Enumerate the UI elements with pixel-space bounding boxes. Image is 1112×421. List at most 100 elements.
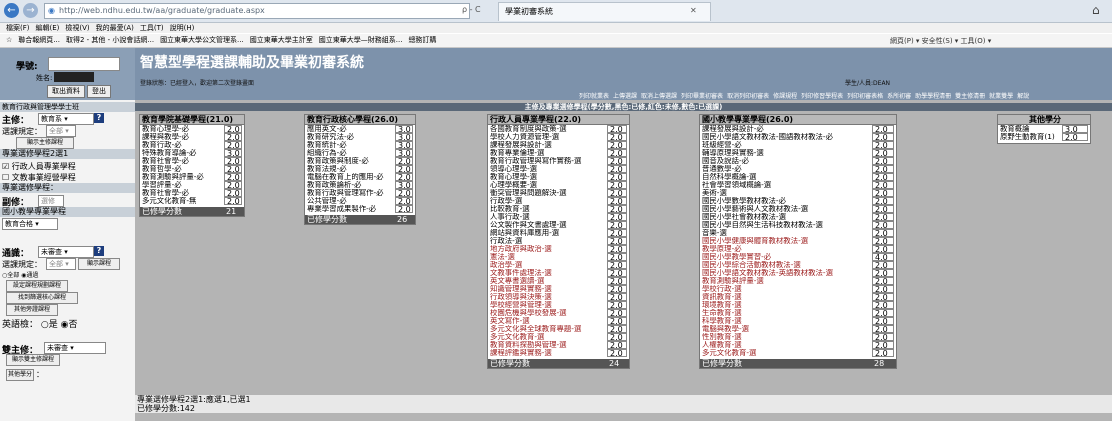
course-row[interactable]: 教育研究法-必 3.0 [305, 133, 415, 142]
help-icon[interactable]: ? [94, 113, 104, 123]
core-course-button[interactable]: 找到篩選核心課程 [6, 292, 78, 304]
course-row[interactable]: 國民小學教學實習-必 4.0 [700, 253, 896, 262]
logout-button[interactable]: 登出 [87, 85, 111, 98]
course-row[interactable]: 校園危機與學校發展-選 2.0 [488, 309, 629, 318]
course-row[interactable]: 人權教育-選 2.0 [700, 341, 896, 350]
course-row[interactable]: 社會學習領域概論-選 2.0 [700, 181, 896, 190]
program1-checkbox[interactable]: ☑ 行政人員專業學程 [2, 161, 76, 172]
menu-item[interactable]: 檔案(F) [6, 24, 30, 32]
course-row[interactable]: 英文專書選讀-選 2.0 [488, 277, 629, 286]
course-row[interactable]: 教育社會學-必 2.0 [140, 189, 244, 198]
course-row[interactable]: 組織行為-必 3.0 [305, 149, 415, 158]
forward-icon[interactable]: → [23, 3, 38, 18]
menu-item[interactable]: 檢視(V) [65, 24, 89, 32]
course-row[interactable]: 普通數學-必 2.0 [700, 165, 896, 174]
double-select[interactable]: 選修 [38, 195, 64, 207]
course-row[interactable]: 資訊教育-選 2.0 [700, 293, 896, 302]
course-row[interactable]: 教育社會學-必 2.0 [140, 157, 244, 166]
course-row[interactable]: 文教事件處理法-選 2.0 [488, 269, 629, 278]
course-row[interactable]: 自然科學概論-選 2.0 [700, 173, 896, 182]
course-row[interactable]: 多元文化與全球教育專題-選 2.0 [488, 325, 629, 334]
course-row[interactable]: 教育政策論析-必 3.0 [305, 181, 415, 190]
menu-item[interactable]: 工具(T) [140, 24, 164, 32]
course-row[interactable]: 學校經營與管理-選 2.0 [488, 301, 629, 310]
course-row[interactable]: 網站與資料庫應用-選 2.0 [488, 229, 629, 238]
course-row[interactable]: 音樂-選 2.0 [700, 229, 896, 238]
course-row[interactable]: 科學教育-選 2.0 [700, 317, 896, 326]
show-general-button[interactable]: 顯示課程 [78, 258, 120, 270]
course-row[interactable]: 課程評鑑與實務-選 2.0 [488, 349, 629, 358]
command-bar[interactable]: 網頁(P) ▾ 安全性(S) ▾ 工具(O) ▾ [890, 35, 991, 47]
course-row[interactable]: 多元文化教育-選 2.0 [488, 333, 629, 342]
course-row[interactable]: 國民小學健康與體育教材教法-選 2.0 [700, 237, 896, 246]
elective-select[interactable]: 教育合格 ▾ [2, 218, 58, 230]
course-row[interactable]: 多元文化教育-選 2.0 [700, 349, 896, 358]
course-row[interactable]: 學習評量-必 2.0 [140, 181, 244, 190]
top-link[interactable]: 上傳選課 [613, 93, 637, 100]
search-refresh-icon[interactable]: ρ - C [462, 5, 481, 14]
course-row[interactable]: 學校行政-選 2.0 [700, 285, 896, 294]
course-row[interactable]: 原野生動教育(1) 2.0 [998, 133, 1090, 142]
top-link[interactable]: 雙主修清冊 [955, 93, 985, 100]
course-row[interactable]: 教育法規-必 2.0 [305, 165, 415, 174]
course-row[interactable]: 多元文化教育-無 2.0 [140, 197, 244, 206]
course-row[interactable]: 環境教育-選 2.0 [700, 301, 896, 310]
top-link[interactable]: 列印修習學程表 [801, 93, 843, 100]
course-row[interactable]: 比較教育-選 2.0 [488, 205, 629, 214]
major-select[interactable]: 教育系 ▾ [38, 113, 94, 125]
course-row[interactable]: 國民小學自然與生活科技教材教法-選 2.0 [700, 221, 896, 230]
course-row[interactable]: 教育行政管理與寫作實務-選 2.0 [488, 157, 629, 166]
menu-item[interactable]: 編輯(E) [36, 24, 60, 32]
show-major-button[interactable]: 顯示主修課程 [16, 137, 74, 149]
course-row[interactable]: 性別教育-選 2.0 [700, 333, 896, 342]
course-row[interactable]: 教育心理學-選 2.0 [488, 173, 629, 182]
course-row[interactable]: 教育哲學-必 2.0 [140, 165, 244, 174]
course-row[interactable]: 政治學-選 2.0 [488, 261, 629, 270]
course-row[interactable]: 國音及說話-必 2.0 [700, 157, 896, 166]
course-row[interactable]: 人事行政-選 2.0 [488, 213, 629, 222]
course-row[interactable]: 教育概論 3.0 [998, 125, 1090, 134]
course-row[interactable]: 教育政策與制度-必 2.0 [305, 157, 415, 166]
top-link[interactable]: 系所初審 [887, 93, 911, 100]
course-row[interactable]: 課程發展與設計-選 2.0 [488, 141, 629, 150]
favorite-link[interactable]: 總務訂購 [408, 36, 436, 44]
course-row[interactable]: 行政領導與決策-選 2.0 [488, 293, 629, 302]
top-link[interactable]: 就業雙學 [989, 93, 1013, 100]
general-select[interactable]: 未審查 ▾ [38, 246, 94, 258]
top-link[interactable]: 解說 [1017, 93, 1029, 100]
course-row[interactable]: 教育資料探勘與管理-選 2.0 [488, 341, 629, 350]
course-row[interactable]: 領導心理學-選 2.0 [488, 165, 629, 174]
course-row[interactable]: 教學原理-必 2.0 [700, 245, 896, 254]
other-credit-button[interactable]: 其他學分 [6, 369, 34, 381]
course-row[interactable]: 心理學概要-選 2.0 [488, 181, 629, 190]
course-row[interactable]: 教育行政-必 2.0 [140, 141, 244, 150]
course-row[interactable]: 教育測驗與評量-選 2.0 [700, 277, 896, 286]
radio-all[interactable]: ○全部 ◉通過 [2, 270, 38, 279]
course-row[interactable]: 國民小學語文教材教法-國語教材教法-必 2.0 [700, 133, 896, 142]
course-row[interactable]: 行政學-選 2.0 [488, 197, 629, 206]
other-course-button[interactable]: 其他旁證課程 [6, 304, 58, 316]
fetch-data-button[interactable]: 取出資料 [47, 85, 85, 98]
course-row[interactable]: 教育測驗與評量-必 2.0 [140, 173, 244, 182]
favorite-link[interactable]: 聯合報網頁... [18, 36, 60, 44]
course-row[interactable]: 輔導原理與實務-選 2.0 [700, 149, 896, 158]
course-row[interactable]: 電腦與教學-選 2.0 [700, 325, 896, 334]
course-row[interactable]: 衝突管理與問題解決-選 2.0 [488, 189, 629, 198]
course-row[interactable]: 憲法-選 2.0 [488, 253, 629, 262]
top-link[interactable]: 取消上傳選課 [641, 93, 677, 100]
course-row[interactable]: 國民小學藝術與人文教材教法-選 2.0 [700, 205, 896, 214]
tab-current[interactable]: 學業初審系統 [498, 2, 711, 21]
show-dual-button[interactable]: 顯示雙主修課程 [6, 354, 60, 366]
course-row[interactable]: 國民小學數學教材教法-必 2.0 [700, 197, 896, 206]
address-bar[interactable]: http://web.ndhu.edu.tw/aa/graduate/gradu… [44, 3, 470, 19]
course-row[interactable]: 應用英文-必 3.0 [305, 125, 415, 134]
course-row[interactable]: 地方政府與政治-選 2.0 [488, 245, 629, 254]
course-row[interactable]: 知識管理與實務-選 2.0 [488, 285, 629, 294]
course-row[interactable]: 電腦在教育上的應用-必 2.0 [305, 173, 415, 182]
favorite-link[interactable]: 取得2 - 其他 - 小說會話網... [66, 36, 154, 44]
course-row[interactable]: 國民小學社會教材教法-選 2.0 [700, 213, 896, 222]
home-icon[interactable]: ⌂ [1092, 3, 1100, 17]
course-row[interactable]: 教育行政與管理寫作-必 2.0 [305, 189, 415, 198]
course-row[interactable]: 教育心理學-必 2.0 [140, 125, 244, 134]
course-row[interactable]: 課程發展與設計-必 2.0 [700, 125, 896, 134]
